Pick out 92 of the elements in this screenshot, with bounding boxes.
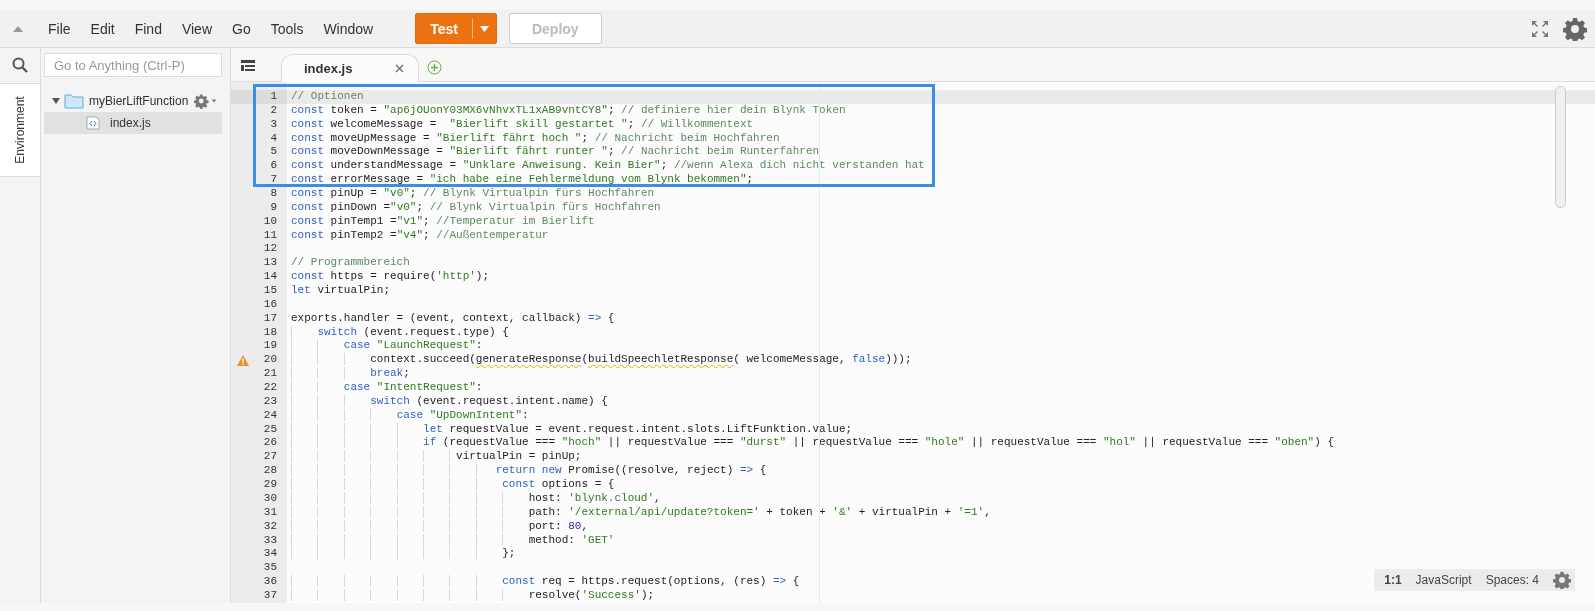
code-line: const token = "ap6jOUonY03MX6vNhvxTL1xAB9vntCY8"; // definiere hier dein Blynk Token: [290, 103, 846, 118]
code-line: if (requestValue === "hoch" || requestValue === "durst" || requestValue === "hole" || requestValue === "hol" || requestValue === "oben") {: [287, 436, 1335, 451]
code-line: // Optionen: [290, 90, 364, 104]
line-number: 31: [263, 505, 277, 520]
indentation-setting[interactable]: Spaces: 4: [1485, 572, 1539, 587]
add-tab-icon[interactable]: [427, 60, 442, 75]
line-number: 20: [263, 353, 277, 368]
code-line: const understandMessage = "Unklare Anweisung. Kein Bier"; //wenn Alexa dich nicht verstanden hat: [290, 159, 925, 174]
menu-item[interactable]: View: [171, 20, 222, 37]
line-number: 10: [263, 214, 277, 229]
line-number: 4: [270, 131, 277, 146]
code-line: const moveUpMessage = "Bierlift fährt hoch "; // Nachricht beim Hochfahren: [290, 131, 780, 146]
code-line: const pinUp = "v0"; // Blynk Virtualpin fürs Hochfahren: [290, 187, 655, 201]
line-number: 21: [263, 367, 277, 382]
code-line: switch (event.request.intent.name) {: [287, 394, 608, 409]
line-number: 30: [263, 491, 277, 506]
line-number: 23: [263, 394, 277, 409]
code-line: virtualPin = pinUp;: [287, 450, 582, 465]
file-list-icon[interactable]: [241, 60, 255, 72]
folder-icon: [64, 93, 84, 109]
code-line: case "IntentRequest":: [287, 381, 483, 395]
code-line: case "UpDownIntent":: [287, 408, 529, 423]
line-number: 3: [270, 117, 277, 132]
line-number: 1: [270, 90, 277, 104]
code-line: const pinTemp1 ="v1"; //Temperatur im Bierlift: [290, 214, 595, 229]
expand-caret-icon[interactable]: [52, 97, 60, 105]
close-icon[interactable]: [395, 64, 404, 73]
folder-name[interactable]: myBierLiftFunction: [89, 94, 189, 108]
line-number: 32: [263, 519, 277, 534]
code-line: return new Promise((resolve, reject) => {: [287, 464, 767, 479]
line-number: 15: [263, 284, 277, 298]
code-line: const moveDownMessage = "Bierlift fährt runter "; // Nachricht beim Runterfahren: [290, 145, 820, 160]
code-line: case "LaunchRequest":: [287, 339, 483, 354]
menu-item[interactable]: Go: [222, 20, 261, 37]
code-line: const welcomeMessage = "Bierlift skill gestartet "; // Willkommentext: [290, 117, 754, 132]
settings-menu-icon[interactable]: [194, 93, 218, 109]
code-line: const req = https.request(options, (res) => {: [287, 575, 800, 589]
line-number: 8: [270, 187, 277, 201]
code-line: path: '/external/api/update?token=' + token + '&' + virtualPin + '=1',: [287, 505, 991, 520]
line-number: 14: [263, 270, 277, 285]
collapse-arrow-icon[interactable]: [12, 24, 24, 33]
fullscreen-icon[interactable]: [1531, 19, 1549, 38]
file-tab[interactable]: index.js: [281, 54, 419, 82]
menu-item[interactable]: Tools: [260, 20, 314, 37]
line-number: 9: [270, 200, 277, 215]
line-number: 26: [263, 436, 277, 451]
line-number: 34: [263, 547, 277, 562]
line-number: 33: [263, 533, 277, 548]
line-number: 22: [263, 381, 277, 395]
line-number: 29: [263, 478, 277, 492]
code-line: let virtualPin;: [290, 284, 391, 298]
code-line: switch (event.request.type) {: [287, 325, 509, 340]
code-line: // Programmbereich: [290, 256, 410, 271]
code-line: const pinTemp2 ="v4"; //Außentemperatur: [290, 228, 549, 243]
line-number: 6: [270, 159, 277, 174]
code-file-icon: [86, 116, 100, 130]
cursor-position[interactable]: 1:1: [1384, 572, 1402, 587]
file-name[interactable]: index.js: [110, 116, 151, 130]
line-number: 35: [263, 561, 277, 576]
code-line: exports.handler = (event, context, callback) => {: [290, 311, 615, 326]
menu-item[interactable]: Edit: [80, 20, 125, 37]
line-number: 16: [263, 297, 277, 312]
line-number: 17: [263, 311, 277, 326]
line-number: 27: [263, 450, 277, 465]
line-number: 25: [263, 422, 277, 437]
menu-item[interactable]: Find: [124, 20, 172, 37]
code-line: context.succeed(generateResponse(buildSpeechletResponse( welcomeMessage, false)));: [287, 353, 912, 368]
menu-item[interactable]: File: [38, 20, 81, 37]
line-number: 13: [263, 256, 277, 271]
line-number: 2: [270, 103, 277, 118]
code-line: const errorMessage = "ich habe eine Fehlermeldung vom Blynk bekommen";: [290, 173, 754, 187]
settings-icon[interactable]: [1553, 570, 1571, 589]
scrollbar[interactable]: [1555, 86, 1566, 208]
line-number: 36: [263, 575, 277, 589]
settings-icon[interactable]: [1563, 16, 1587, 41]
code-line: const pinDown ="v0"; // Blynk Virtualpin fürs Hochfahren: [290, 200, 661, 215]
line-number: 18: [263, 325, 277, 340]
line-number: 12: [263, 242, 277, 257]
language-mode[interactable]: JavaScript: [1415, 572, 1472, 587]
line-number: 7: [270, 173, 277, 187]
menu-item[interactable]: Window: [313, 20, 384, 37]
line-number: 11: [263, 228, 277, 243]
line-number: 37: [263, 588, 277, 603]
code-line: let requestValue = event.request.intent.slots.LiftFunktion.value;: [287, 422, 853, 437]
go-to-anything-field[interactable]: Go to Anything (Ctrl-P): [44, 53, 222, 77]
code-line: const https = require('http');: [290, 270, 490, 285]
line-number: 5: [270, 145, 277, 160]
caret-icon[interactable]: [479, 25, 489, 32]
line-number: 24: [263, 408, 277, 423]
line-number: 19: [263, 339, 277, 354]
line-number: 28: [263, 464, 277, 479]
search-icon[interactable]: [12, 57, 28, 73]
